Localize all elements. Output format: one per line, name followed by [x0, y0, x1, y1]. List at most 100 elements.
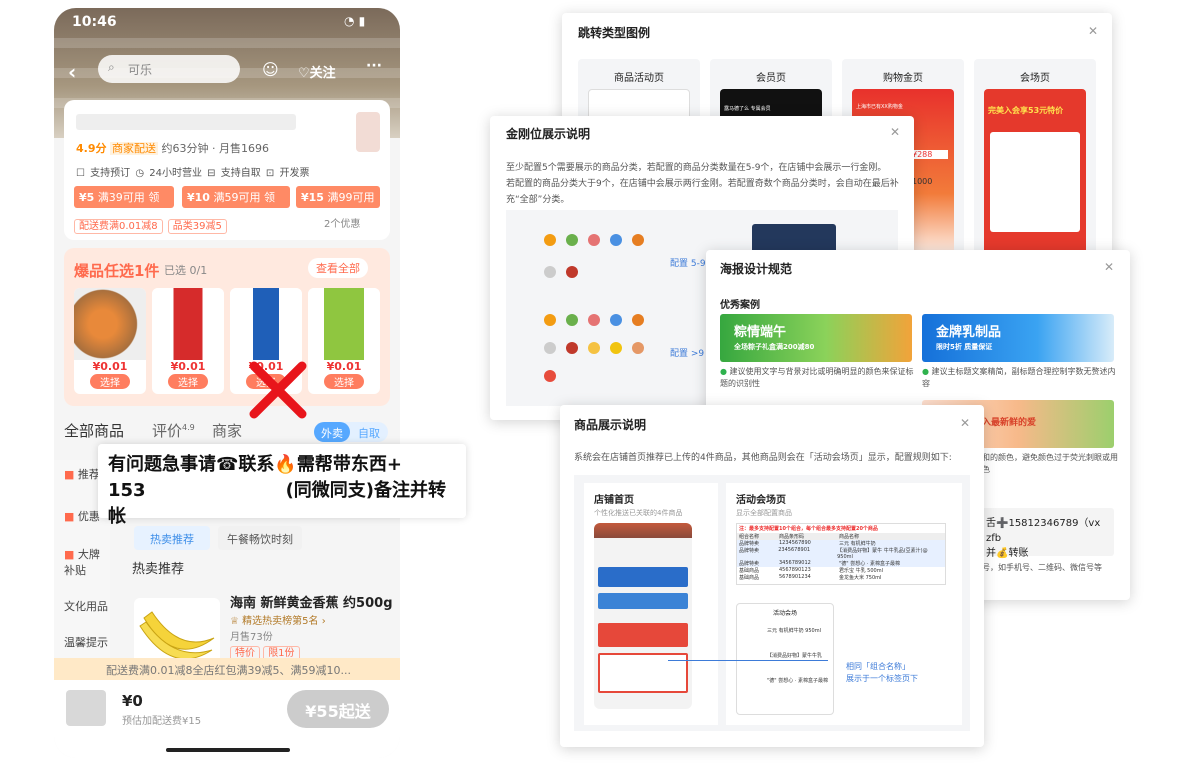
feature: 支持自取: [220, 168, 261, 179]
footer-promo: 配送费满0.01减8全店红包满39减5、满59减10...: [54, 658, 400, 680]
poster-contact-example: 舌➕15812346789（vx zfb 并💰转账: [982, 508, 1114, 559]
arrow-label: 相同「组合名称」 展示于一个标签页下: [846, 662, 918, 683]
hot-product[interactable]: ¥0.01选择: [74, 288, 146, 394]
select-button[interactable]: 选择: [324, 374, 364, 389]
status-time: 10:46: [72, 14, 117, 30]
dialog-title: 商品展示说明: [574, 418, 647, 432]
delivery-toggle[interactable]: 外卖 自取: [314, 422, 388, 442]
close-icon[interactable]: ✕: [1104, 260, 1114, 274]
chips-image: [308, 288, 380, 360]
sidebar-item-notice[interactable]: 温馨提示: [64, 634, 108, 650]
offer-tags: 配送费满0.01减8 品类39减5: [74, 214, 227, 234]
hot-view-all[interactable]: 查看全部: [308, 258, 368, 278]
poster-note: 号，如手机号、二维码、微信号等: [982, 563, 1102, 572]
cola-image: [152, 288, 224, 360]
item-tags: 特价 限1份: [230, 644, 300, 661]
hot-selected: 已选 0/1: [164, 264, 208, 277]
chat-icon[interactable]: ☺: [262, 60, 279, 79]
poster-note: 和的颜色，避免颜色过于荧光刺眼或用色: [982, 453, 1118, 474]
gold-desc: 至少配置5个需要展示的商品分类，若配置的商品分类数量在5-9个，在店铺中会展示一…: [506, 163, 899, 205]
feature-row: ☐ 支持预订 ◷ 24小时营业 ⊟ 支持自取 ⊡ 开发票: [76, 168, 310, 179]
checkout-button[interactable]: ¥55起送: [287, 690, 389, 728]
close-icon[interactable]: ✕: [960, 416, 970, 430]
store-home-phone: [594, 523, 692, 709]
rating: 4.9分: [76, 142, 107, 155]
coupon[interactable]: ¥15 满99可用: [296, 186, 380, 208]
hot-title: 爆品任选1件: [74, 262, 160, 280]
pepsi-image: [230, 288, 302, 360]
goods-display-dialog: 商品展示说明 ✕ 系统会在店铺首页推荐已上传的4件商品，其他商品则会在「活动会场…: [560, 405, 984, 747]
close-icon[interactable]: ✕: [1088, 24, 1098, 38]
back-icon[interactable]: ‹: [68, 60, 76, 84]
sidebar-item-stationery[interactable]: 文化用品: [64, 598, 108, 614]
more-offers[interactable]: 2个优惠: [324, 215, 360, 230]
feature: 24小时营业: [149, 168, 202, 179]
status-icons: ◔ ▮: [344, 14, 366, 28]
phone-screenshot: 10:46 ◔ ▮ ‹ ⌕ 可乐 ☺ ♡关注 ··· 4.9分 商家配送 约63分…: [54, 8, 400, 758]
search-text: 可乐: [128, 63, 153, 77]
message-line1: 有问题急事请☎联系🔥需帮带东西+: [108, 454, 402, 475]
store-home-panel: 店铺首页 个性化推送已关联的4件商品: [584, 483, 718, 725]
tangerine-image: [74, 288, 146, 360]
item-sales: 月售73份: [230, 632, 273, 643]
hot-product[interactable]: ¥0.01选择: [308, 288, 380, 394]
search-bar[interactable]: ⌕ 可乐: [98, 55, 240, 83]
home-indicator: [166, 748, 290, 752]
feature: 支持预订: [90, 168, 131, 179]
poster-subtitle: 优秀案例: [720, 300, 760, 311]
search-icon: ⌕: [108, 60, 115, 74]
poster-banner-dairy: 金牌乳制品 限时5折 质量保证: [922, 314, 1114, 362]
tab-reviews[interactable]: 评价4.9: [152, 420, 195, 441]
more-icon[interactable]: ···: [366, 58, 382, 74]
dialog-title: 金刚位展示说明: [506, 127, 591, 141]
right-sub: 显示全部配置商品: [736, 509, 792, 517]
cart-price: ¥0: [122, 692, 143, 710]
venue-panel: 活动会场页 显示全部配置商品 注：最多支持配置10个组合，每个组合最多支持配置2…: [726, 483, 962, 725]
poster-note: ● 建议使用文字与背景对比或明确明显的颜色来保证标题的识别性: [720, 367, 914, 388]
connector-arrow: [668, 660, 828, 661]
venue-phone: 活动会场 三元 有机鲜牛奶 950ml 【消费品好物】蒙牛牛乳 "德" 尝想心 …: [736, 603, 834, 715]
left-title: 店铺首页: [594, 495, 634, 506]
hot-product[interactable]: ¥0.01选择: [152, 288, 224, 394]
scam-message-overlay: 有问题急事请☎联系🔥需帮带东西+ 153 (同微同支)备注并转帐: [98, 444, 466, 527]
heart-plus-icon: ♡: [298, 66, 310, 81]
store-logo: [356, 112, 380, 152]
tab-merchant[interactable]: 商家: [212, 420, 242, 441]
close-icon[interactable]: ✕: [890, 125, 900, 139]
feature: 开发票: [279, 168, 310, 179]
delivery-info: 约63分钟 · 月售1696: [161, 142, 269, 155]
cart-sub: 预估加配送费¥15: [122, 716, 202, 727]
delivery-badge: 商家配送: [110, 142, 158, 155]
follow-button[interactable]: ♡关注: [298, 62, 336, 81]
item-rank[interactable]: ♕ 精选热卖榜第5名 ›: [230, 612, 326, 627]
venue-page-preview: 完美入会享53元特价: [984, 89, 1086, 263]
offer-tag: 品类39减5: [167, 219, 227, 234]
coupon[interactable]: ¥5 满39可用 领: [74, 186, 174, 208]
sidebar-item-offers[interactable]: ■ 优惠: [64, 508, 100, 524]
toggle-delivery[interactable]: 外卖: [314, 422, 350, 442]
select-button[interactable]: 选择: [90, 374, 130, 389]
cart-icon[interactable]: [66, 690, 106, 726]
coupon[interactable]: ¥10 满59可用 领: [182, 186, 290, 208]
config-sheet: 注：最多支持配置10个组合，每个组合最多支持配置20个商品 组合名称 商品条形码商…: [736, 523, 946, 585]
toggle-pickup[interactable]: 自取: [358, 425, 380, 441]
offer-tag: 配送费满0.01减8: [74, 219, 163, 234]
store-rating-row: 4.9分 商家配送 约63分钟 · 月售1696: [76, 140, 269, 156]
message-line2: 153 (同微同支)备注并转帐: [108, 480, 447, 527]
dialog-title: 跳转类型图例: [578, 26, 651, 40]
section-title: 热卖推荐: [132, 562, 185, 577]
tab-all-goods[interactable]: 全部商品: [64, 420, 124, 441]
jump-card: 会场页 完美入会享53元特价: [974, 59, 1096, 263]
sidebar-item-brand[interactable]: ■ 大牌补贴: [64, 546, 108, 578]
poster-note: ● 建议主标题文案精简，副标题合理控制字数无赘述内容: [922, 367, 1116, 388]
item-name[interactable]: 海南 新鲜黄金香蕉 约500g: [230, 592, 393, 611]
store-name-blurred: [76, 114, 296, 130]
select-button[interactable]: 选择: [168, 374, 208, 389]
poster-banner-dragonboat: 粽情端午 全场粽子礼盒满200减80: [720, 314, 912, 362]
left-sub: 个性化推送已关联的4件商品: [594, 509, 683, 517]
sidebar-item-recommend[interactable]: ■ 推荐: [64, 466, 100, 482]
red-cross-icon: [249, 361, 307, 419]
goods-desc: 系统会在店铺首页推荐已上传的4件商品，其他商品则会在「活动会场页」显示，配置规则…: [574, 453, 952, 463]
dialog-title: 海报设计规范: [720, 262, 793, 276]
right-title: 活动会场页: [736, 495, 786, 506]
